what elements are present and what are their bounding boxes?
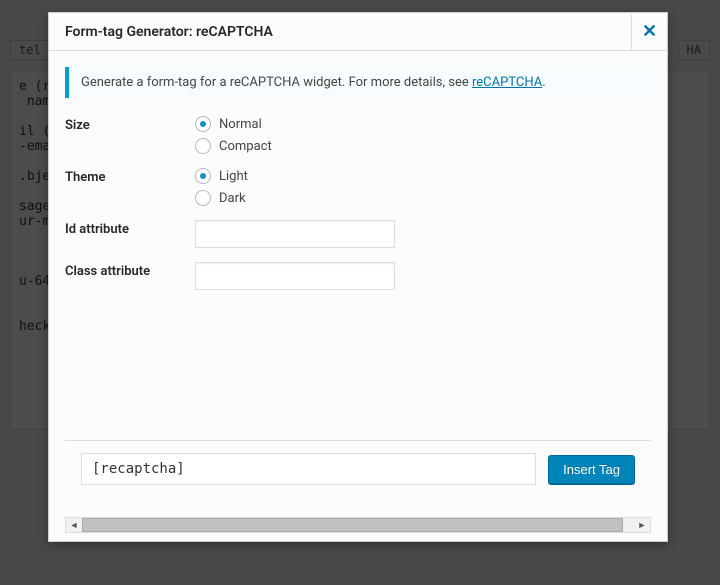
radio-icon xyxy=(195,116,211,132)
theme-dark-label: Dark xyxy=(219,191,246,206)
id-label: Id attribute xyxy=(65,220,195,237)
theme-label: Theme xyxy=(65,168,195,185)
modal-body: Generate a form-tag for a reCAPTCHA widg… xyxy=(49,51,667,541)
theme-light-option[interactable]: Light xyxy=(195,168,651,184)
id-input[interactable] xyxy=(195,220,395,248)
theme-light-label: Light xyxy=(219,169,248,184)
scroll-track[interactable] xyxy=(82,518,634,532)
scroll-right-arrow-icon[interactable]: ► xyxy=(634,518,650,532)
info-notice: Generate a form-tag for a reCAPTCHA widg… xyxy=(65,67,651,98)
size-normal-option[interactable]: Normal xyxy=(195,116,651,132)
size-normal-label: Normal xyxy=(219,117,262,132)
field-class-attribute: Class attribute xyxy=(65,262,651,290)
recaptcha-link[interactable]: reCAPTCHA xyxy=(472,75,542,90)
generated-tag-output[interactable] xyxy=(81,453,536,485)
theme-dark-option[interactable]: Dark xyxy=(195,190,651,206)
size-compact-option[interactable]: Compact xyxy=(195,138,651,154)
id-control xyxy=(195,220,651,248)
radio-icon xyxy=(195,190,211,206)
info-text-suffix: . xyxy=(542,75,545,90)
field-theme: Theme Light Dark xyxy=(65,168,651,206)
close-icon: ✕ xyxy=(642,21,657,42)
radio-icon xyxy=(195,168,211,184)
modal-title: Form-tag Generator: reCAPTCHA xyxy=(65,24,273,40)
class-label: Class attribute xyxy=(65,262,195,279)
class-input[interactable] xyxy=(195,262,395,290)
form-fields: Size Normal Compact Theme xyxy=(65,116,651,304)
form-tag-generator-modal: Form-tag Generator: reCAPTCHA ✕ Generate… xyxy=(48,12,668,542)
radio-icon xyxy=(195,138,211,154)
theme-radio-group: Light Dark xyxy=(195,168,651,206)
scroll-thumb[interactable] xyxy=(82,518,623,532)
size-radio-group: Normal Compact xyxy=(195,116,651,154)
info-text-prefix: Generate a form-tag for a reCAPTCHA widg… xyxy=(81,75,472,90)
class-control xyxy=(195,262,651,290)
close-button[interactable]: ✕ xyxy=(631,14,667,50)
size-label: Size xyxy=(65,116,195,133)
modal-header: Form-tag Generator: reCAPTCHA ✕ xyxy=(49,13,667,51)
insert-tag-button[interactable]: Insert Tag xyxy=(548,455,635,484)
modal-footer: Insert Tag xyxy=(65,440,651,497)
horizontal-scrollbar[interactable]: ◄ ► xyxy=(65,517,651,533)
field-id-attribute: Id attribute xyxy=(65,220,651,248)
size-compact-label: Compact xyxy=(219,139,272,154)
scroll-left-arrow-icon[interactable]: ◄ xyxy=(66,518,82,532)
field-size: Size Normal Compact xyxy=(65,116,651,154)
